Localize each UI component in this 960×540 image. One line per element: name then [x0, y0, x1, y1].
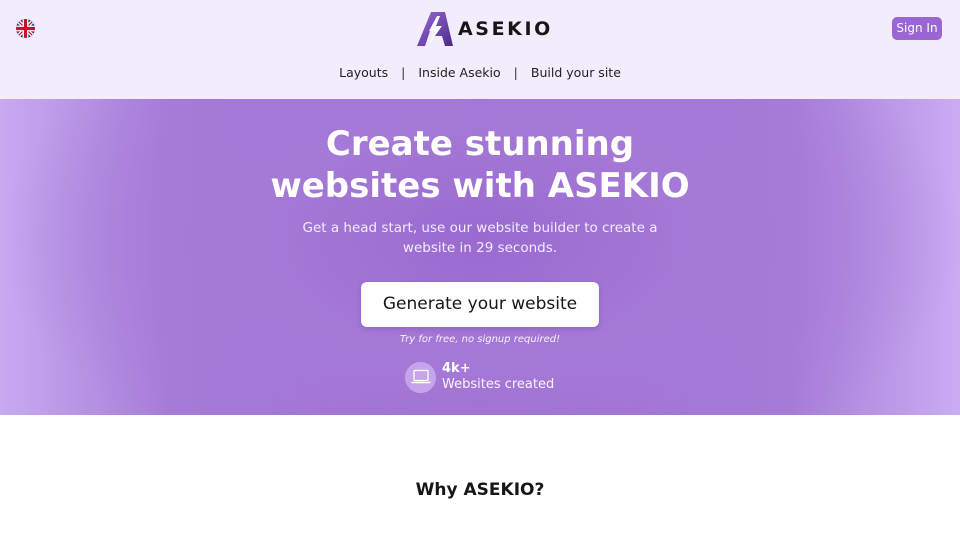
main-nav: Layouts | Inside Asekio | Build your sit…	[0, 63, 960, 81]
nav-separator: |	[401, 64, 406, 80]
cta-note: Try for free, no signup required!	[399, 334, 561, 345]
websites-created-stat: 4k+ Websites created	[405, 361, 554, 393]
nav-item-layouts[interactable]: Layouts	[339, 65, 388, 80]
hero-subtitle: Get a head start, use our website builde…	[300, 218, 660, 258]
site-header: ASEKIO Sign In Layouts | Inside Asekio |…	[0, 0, 960, 99]
nav-separator: |	[513, 64, 518, 80]
nav-item-build-your-site[interactable]: Build your site	[531, 65, 621, 80]
stat-label: Websites created	[442, 376, 555, 392]
generate-website-button[interactable]: Generate your website	[361, 282, 599, 327]
uk-flag-icon[interactable]	[16, 19, 35, 38]
nav-item-inside-asekio[interactable]: Inside Asekio	[418, 65, 500, 80]
logo-text: ASEKIO	[458, 18, 553, 40]
hero-subtitle-line-1: Get a head start, use our website builde…	[302, 220, 658, 236]
hero-title: Create stunning websites with ASEKIO	[0, 123, 960, 207]
stat-count: 4k+	[442, 360, 471, 376]
hero-title-line-1: Create stunning	[325, 124, 635, 164]
stat-text: 4k+ Websites created	[442, 360, 555, 393]
sign-in-button[interactable]: Sign In	[892, 17, 942, 40]
hero-subtitle-line-2: website in 29 seconds.	[402, 240, 558, 256]
laptop-icon	[405, 361, 436, 393]
hero-section: Create stunning websites with ASEKIO Get…	[0, 99, 960, 415]
hero-title-line-2: websites with ASEKIO	[270, 166, 690, 206]
asekio-logo-icon	[417, 12, 453, 46]
site-logo[interactable]: ASEKIO	[415, 11, 553, 47]
why-asekio-heading: Why ASEKIO?	[415, 480, 545, 500]
